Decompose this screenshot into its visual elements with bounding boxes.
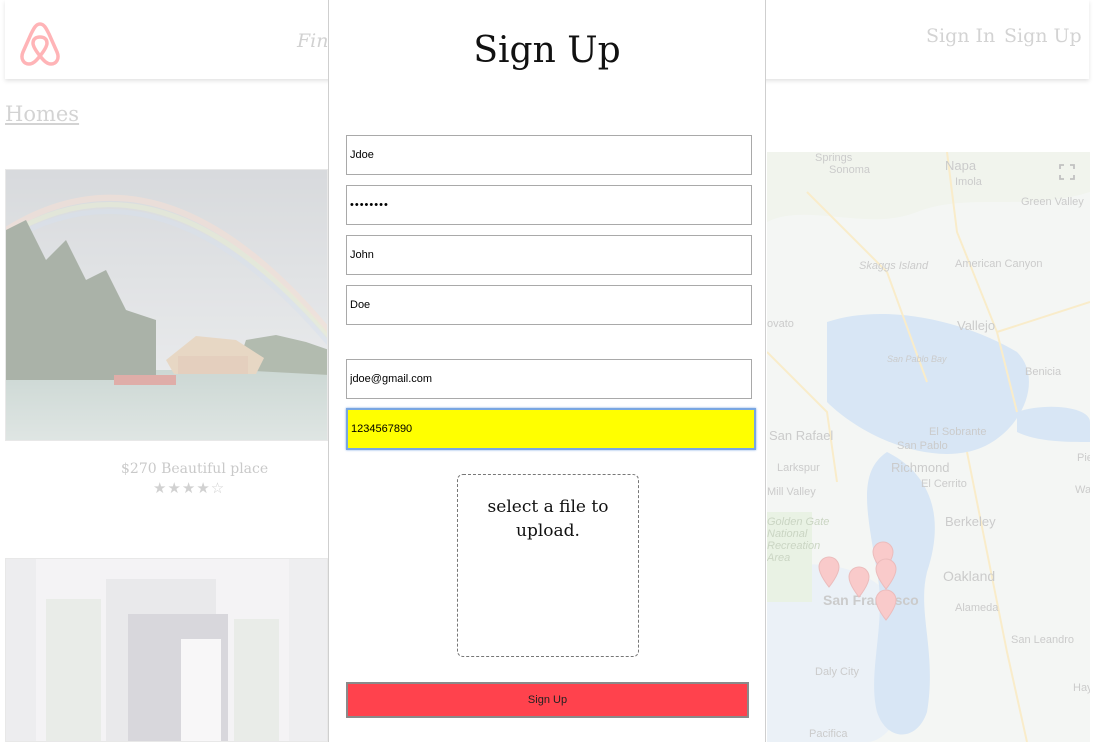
last-name-field[interactable]: [346, 285, 752, 325]
dropzone-label: select a file to upload.: [487, 497, 609, 541]
first-name-field[interactable]: [346, 235, 752, 275]
sign-in-link[interactable]: Sign In: [926, 25, 995, 47]
listing-card[interactable]: [5, 558, 328, 742]
map-pin-icon: [818, 556, 840, 588]
map-pins[interactable]: [767, 152, 1090, 742]
listing-photo[interactable]: [5, 558, 328, 742]
map-pin-icon: [848, 566, 870, 598]
modal-title: Sign Up: [473, 30, 621, 71]
listing-price-title: $270 Beautiful place: [121, 461, 269, 477]
map-pin-icon: [875, 589, 897, 621]
sign-up-button[interactable]: Sign Up: [346, 682, 749, 718]
sign-up-link[interactable]: Sign Up: [1004, 25, 1082, 47]
phone-field[interactable]: [346, 408, 756, 450]
email-field[interactable]: [346, 359, 752, 399]
listing-card[interactable]: [5, 169, 328, 441]
username-field[interactable]: [346, 135, 752, 175]
file-upload-dropzone[interactable]: select a file to upload.: [457, 474, 639, 657]
listing-photo[interactable]: [5, 169, 328, 441]
password-field[interactable]: [346, 185, 752, 225]
rating-stars: ★★★★☆: [153, 479, 226, 497]
homes-link[interactable]: Homes: [5, 102, 79, 126]
map-view[interactable]: Springs Sonoma Napa Imola Green Valley S…: [767, 152, 1090, 742]
signup-modal: Sign Up select a file to upload. Sign Up: [328, 0, 766, 742]
airbnb-logo-icon[interactable]: [17, 18, 63, 68]
map-pin-icon: [875, 558, 897, 590]
